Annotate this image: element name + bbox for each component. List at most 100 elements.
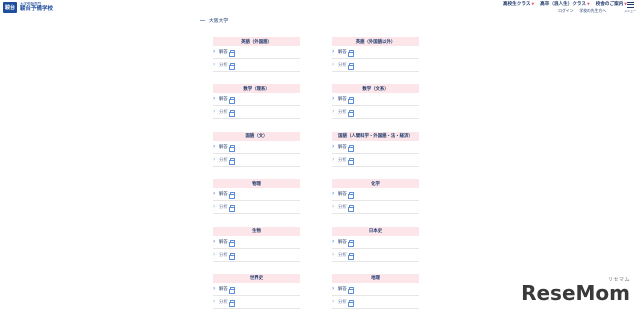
analysis-link[interactable]: › 分析 — [332, 249, 419, 262]
chevron-right-icon: › — [332, 108, 335, 116]
site-logo[interactable]: 駿台 大学受験専門 駿台予備学校 — [3, 2, 53, 13]
analysis-link[interactable]: › 分析 — [213, 201, 300, 215]
answer-link[interactable]: › 解答 — [332, 188, 419, 202]
analysis-link[interactable]: › 分析 — [213, 154, 300, 167]
answer-link[interactable]: › 解答 — [213, 236, 300, 249]
subject-title: 英語（外国語以外） — [332, 37, 419, 46]
subject-title: 国語（人間科学・外国語・法・経済） — [332, 131, 419, 141]
chevron-right-icon: › — [332, 284, 335, 292]
logo-text: 大学受験専門 駿台予備学校 — [20, 2, 54, 13]
subject-title: 地理 — [332, 273, 419, 283]
nav-item-graduate[interactable]: 高卒（浪人生）クラス▼ — [540, 2, 590, 8]
chevron-down-icon: ▼ — [531, 2, 535, 6]
subject-card: 英語（外国語） › 解答 › 分析 — [213, 37, 300, 84]
subject-card: 生物 › 解答 › 分析 — [213, 226, 300, 274]
new-window-icon — [228, 144, 235, 152]
analysis-link[interactable]: › 分析 — [332, 106, 419, 120]
answer-label: 解答 — [338, 50, 347, 55]
subject-card: 物理 › 解答 › 分析 — [213, 179, 300, 226]
new-window-icon — [228, 50, 235, 57]
answer-label: 解答 — [219, 286, 228, 292]
subject-row: 英語（外国語） › 解答 › 分析 英語（外国語以外） › 解答 › 分析 — [213, 37, 419, 84]
hamburger-icon — [626, 2, 634, 8]
new-window-icon — [347, 205, 354, 213]
analysis-link[interactable]: › 分析 — [332, 59, 419, 72]
subject-card: 国語（人間科学・外国語・法・経済） › 解答 › 分析 — [332, 131, 419, 179]
analysis-label: 分析 — [219, 205, 228, 211]
chevron-right-icon: › — [332, 190, 335, 198]
subject-title: 化学 — [332, 179, 419, 189]
chevron-right-icon: › — [332, 61, 335, 68]
analysis-label: 分析 — [338, 157, 347, 163]
subject-title: 物理 — [213, 179, 300, 189]
answer-link[interactable]: › 解答 — [332, 46, 419, 59]
subject-row: 世界史 › 解答 › 分析 地理 › 解答 › 分析 — [213, 273, 419, 313]
answer-link[interactable]: › 解答 — [213, 141, 300, 154]
analysis-link[interactable]: › 分析 — [213, 106, 300, 120]
new-window-icon — [228, 205, 235, 213]
chevron-right-icon: › — [332, 48, 335, 55]
logo-title: 駿台予備学校 — [20, 6, 54, 12]
top-nav: 高校生クラス▼ 高卒（浪人生）クラス▼ 校舎のご案内▼ — [503, 2, 633, 8]
chevron-right-icon: › — [213, 190, 216, 198]
answer-link[interactable]: › 解答 — [213, 283, 300, 296]
answer-link[interactable]: › 解答 — [213, 46, 300, 59]
new-window-icon — [347, 144, 354, 152]
new-window-icon — [347, 286, 354, 294]
menu-button[interactable]: メニュー — [624, 1, 636, 13]
new-window-icon — [228, 97, 235, 105]
nav-item-label: 校舎のご案内 — [595, 2, 624, 7]
teachers-link[interactable]: 学校の先生方へ — [579, 8, 606, 14]
analysis-label: 分析 — [219, 299, 228, 305]
chevron-right-icon: › — [332, 142, 335, 150]
nav-item-highschool[interactable]: 高校生クラス▼ — [503, 2, 534, 8]
answer-link[interactable]: › 解答 — [332, 283, 419, 296]
subject-card: 世界史 › 解答 › 分析 — [213, 273, 300, 313]
analysis-link[interactable]: › 分析 — [332, 154, 419, 167]
analysis-link[interactable]: › 分析 — [213, 249, 300, 262]
analysis-label: 分析 — [338, 252, 347, 258]
chevron-right-icon: › — [332, 250, 335, 258]
chevron-down-icon: ▼ — [587, 2, 590, 6]
chevron-right-icon: › — [213, 61, 216, 68]
new-window-icon — [228, 63, 235, 70]
subject-title: 数学（文系） — [332, 84, 419, 94]
nav-item-label: 高校生クラス — [502, 2, 531, 7]
new-window-icon — [228, 299, 235, 307]
site-header: 駿台 大学受験専門 駿台予備学校 高校生クラス▼ 高卒（浪人生）クラス▼ 校舎の… — [0, 0, 640, 18]
answer-link[interactable]: › 解答 — [213, 188, 300, 202]
new-window-icon — [228, 286, 235, 294]
menu-label: メニュー — [624, 8, 637, 13]
chevron-right-icon: › — [213, 95, 216, 103]
answer-label: 解答 — [338, 144, 347, 150]
analysis-label: 分析 — [219, 63, 228, 68]
analysis-label: 分析 — [338, 63, 347, 68]
answer-link[interactable]: › 解答 — [332, 141, 419, 154]
analysis-link[interactable]: › 分析 — [332, 201, 419, 215]
login-link[interactable]: ログイン — [558, 8, 573, 14]
chevron-right-icon: › — [332, 237, 335, 245]
answer-link[interactable]: › 解答 — [332, 236, 419, 249]
analysis-link[interactable]: › 分析 — [213, 59, 300, 72]
answer-label: 解答 — [219, 192, 228, 198]
subject-title: 英語（外国語） — [213, 37, 300, 46]
answer-label: 解答 — [338, 192, 347, 198]
nav-item-campus[interactable]: 校舎のご案内▼ — [596, 2, 627, 8]
breadcrumb-dash — [200, 20, 205, 21]
answer-label: 解答 — [219, 97, 228, 103]
analysis-label: 分析 — [338, 110, 347, 116]
subject-card: 地理 › 解答 › 分析 — [332, 273, 419, 313]
analysis-link[interactable]: › 分析 — [332, 296, 419, 309]
chevron-right-icon: › — [213, 108, 216, 116]
new-window-icon — [228, 157, 235, 165]
answer-label: 解答 — [338, 286, 347, 292]
subject-title: 数学（理系） — [213, 84, 300, 94]
subject-card: 数学（理系） › 解答 › 分析 — [213, 84, 300, 131]
answer-link[interactable]: › 解答 — [332, 93, 419, 107]
subject-row: 物理 › 解答 › 分析 化学 › 解答 › 分析 — [213, 179, 419, 226]
analysis-label: 分析 — [338, 205, 347, 211]
answer-label: 解答 — [338, 239, 347, 245]
analysis-link[interactable]: › 分析 — [213, 296, 300, 309]
answer-link[interactable]: › 解答 — [213, 93, 300, 107]
subject-card: 化学 › 解答 › 分析 — [332, 179, 419, 226]
